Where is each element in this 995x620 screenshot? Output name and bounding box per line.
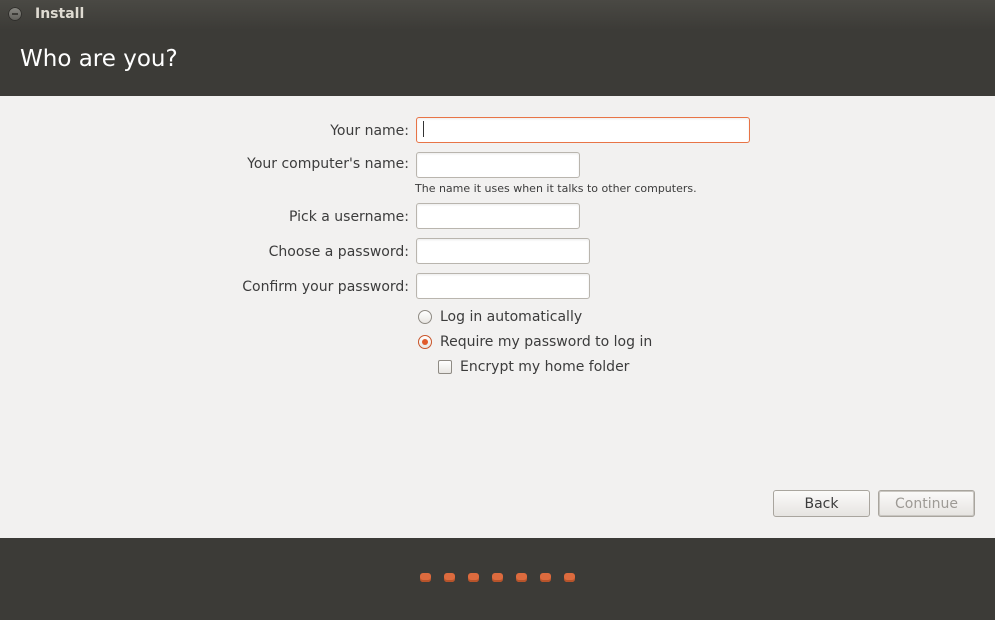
progress-dot	[420, 573, 431, 582]
progress-dot	[468, 573, 479, 582]
encrypt-home-label: Encrypt my home folder	[460, 359, 630, 375]
name-input[interactable]	[416, 117, 750, 143]
confirm-password-label: Confirm your password:	[242, 279, 409, 295]
window-titlebar: Install	[0, 0, 995, 30]
computer-name-input[interactable]	[416, 152, 580, 178]
log-in-automatically-option[interactable]: Log in automatically	[418, 309, 582, 325]
computer-name-hint: The name it uses when it talks to other …	[415, 182, 697, 195]
progress-footer	[0, 538, 995, 620]
continue-button[interactable]: Continue	[878, 490, 975, 517]
radio-icon[interactable]	[418, 310, 432, 324]
password-input[interactable]	[416, 238, 590, 264]
radio-selected-icon[interactable]	[418, 335, 432, 349]
encrypt-home-option[interactable]: Encrypt my home folder	[438, 359, 629, 375]
back-button[interactable]: Back	[773, 490, 870, 517]
page-title: Who are you?	[20, 46, 178, 72]
progress-dot	[540, 573, 551, 582]
progress-dot	[564, 573, 575, 582]
progress-dot	[444, 573, 455, 582]
name-label: Your name:	[330, 123, 409, 139]
progress-dot	[516, 573, 527, 582]
checkbox-icon[interactable]	[438, 360, 452, 374]
require-password-option[interactable]: Require my password to log in	[418, 334, 652, 350]
require-password-label: Require my password to log in	[440, 334, 653, 350]
confirm-password-input[interactable]	[416, 273, 590, 299]
password-label: Choose a password:	[268, 244, 409, 260]
computer-name-label: Your computer's name:	[247, 156, 409, 172]
close-window-icon[interactable]	[8, 7, 22, 21]
username-label: Pick a username:	[288, 209, 409, 225]
form-area: Your name: Your computer's name: The nam…	[0, 96, 995, 538]
username-input[interactable]	[416, 203, 580, 229]
log-in-automatically-label: Log in automatically	[440, 309, 583, 325]
page-header: Who are you?	[0, 30, 995, 96]
progress-dot	[492, 573, 503, 582]
text-caret	[423, 121, 424, 137]
progress-dots	[420, 573, 588, 582]
window-title: Install	[35, 6, 85, 22]
